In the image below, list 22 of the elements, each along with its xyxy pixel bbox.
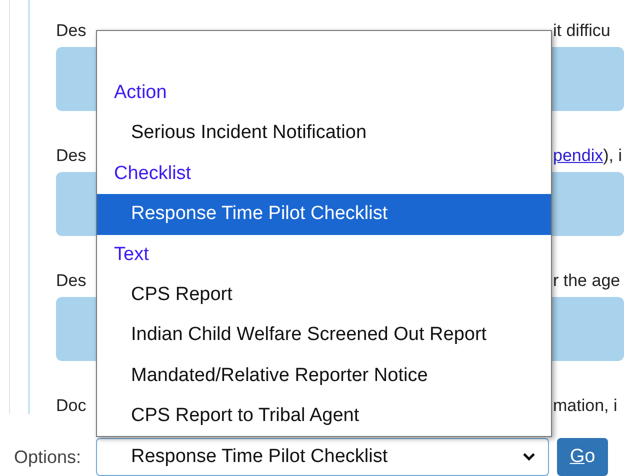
dropdown-option[interactable]: CPS Report <box>97 274 551 316</box>
question-text: Doc <box>56 395 86 414</box>
go-button[interactable]: Go <box>557 438 608 476</box>
question-text: Des <box>56 20 86 42</box>
question-text: mation, i <box>553 396 618 414</box>
options-label: Options: <box>14 446 82 468</box>
dropdown-option[interactable]: Indian Child Welfare Screened Out Report <box>97 315 551 356</box>
option-group-label: Checklist <box>113 162 192 186</box>
question-text: r the age <box>553 271 620 290</box>
question-text: ), i <box>603 146 622 165</box>
option-group-label: Action <box>113 81 168 105</box>
dropdown-option[interactable]: Response Time Pilot Checklist <box>97 194 551 235</box>
question-text: Des <box>56 145 86 167</box>
option-group-label: Text <box>113 242 150 267</box>
appendix-link[interactable]: pendix <box>553 146 604 165</box>
dropdown-option[interactable]: CPS Report to Tribal Agent <box>97 396 551 437</box>
question-text: it difficu <box>553 21 610 40</box>
dropdown-option[interactable]: Mandated/Relative Reporter Notice <box>97 356 551 396</box>
dropdown-option[interactable]: Serious Incident Notification <box>97 113 551 154</box>
options-select[interactable]: Response Time Pilot Checklist <box>96 438 549 476</box>
chevron-down-icon <box>522 452 536 462</box>
question-text: Des <box>56 270 86 292</box>
